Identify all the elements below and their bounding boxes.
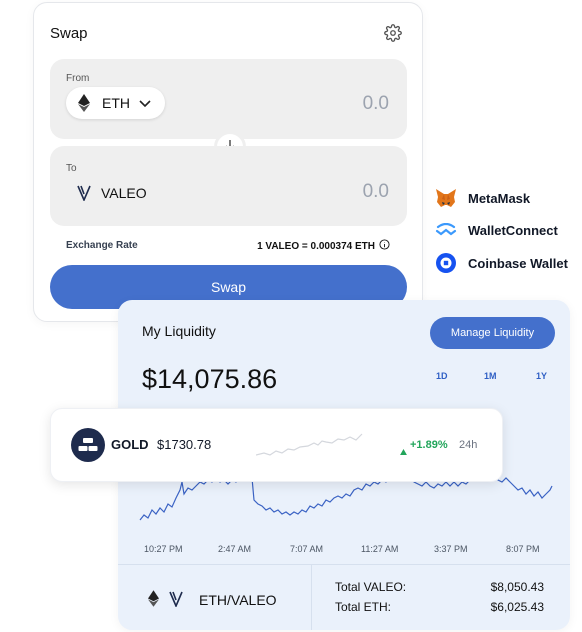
to-amount[interactable]: 0.0 <box>363 181 389 203</box>
total-eth-value: $6,025.43 <box>490 600 544 614</box>
gold-bars-icon <box>71 428 105 462</box>
time-label: 3:37 PM <box>434 544 468 554</box>
info-icon[interactable] <box>379 239 390 253</box>
wallet-name: MetaMask <box>468 190 531 206</box>
wallet-option-coinbase[interactable]: Coinbase Wallet <box>435 252 568 274</box>
swap-card: Swap From ETH 0.0 To VALEO 0.0 Exchange … <box>33 2 423 322</box>
range-1d[interactable]: 1D <box>436 371 448 381</box>
time-label: 11:27 AM <box>361 544 399 554</box>
wallet-option-walletconnect[interactable]: WalletConnect <box>435 219 558 241</box>
liquidity-value: $14,075.86 <box>142 364 278 394</box>
liquidity-title: My Liquidity <box>142 323 216 339</box>
liquidity-chart-line <box>139 475 553 521</box>
from-panel: From ETH 0.0 <box>50 59 407 139</box>
footer-divider <box>311 565 312 630</box>
gold-period: 24h <box>459 439 478 451</box>
gold-name: GOLD <box>111 437 149 452</box>
range-1y[interactable]: 1Y <box>536 371 547 381</box>
exchange-rate-text: 1 VALEO = 0.000374 ETH <box>257 240 375 252</box>
eth-icon <box>148 590 159 610</box>
exchange-rate-value: 1 VALEO = 0.000374 ETH <box>257 239 390 253</box>
metamask-icon <box>435 187 457 209</box>
gold-change: +1.89% <box>410 439 448 451</box>
to-label: To <box>66 163 77 174</box>
pair-name: ETH/VALEO <box>199 592 277 608</box>
from-label: From <box>66 73 90 84</box>
valeo-icon <box>77 185 91 206</box>
gold-ticker-card[interactable]: GOLD $1730.78 +1.89% 24h <box>50 408 503 482</box>
exchange-rate-label: Exchange Rate <box>66 240 138 251</box>
range-1m[interactable]: 1M <box>484 371 497 381</box>
walletconnect-icon <box>435 219 457 241</box>
gold-sparkline <box>256 433 363 456</box>
wallet-name: WalletConnect <box>468 222 558 238</box>
time-label: 8:07 PM <box>506 544 540 554</box>
gold-sparkline-line <box>256 433 363 456</box>
from-amount[interactable]: 0.0 <box>363 93 389 115</box>
from-token-selector[interactable]: ETH <box>66 87 165 119</box>
to-token-label: VALEO <box>101 185 147 201</box>
chevron-down-icon <box>138 96 152 115</box>
wallet-name: Coinbase Wallet <box>468 255 568 271</box>
time-label: 7:07 AM <box>290 544 324 554</box>
time-label: 2:47 AM <box>218 544 252 554</box>
swap-title: Swap <box>50 25 88 42</box>
to-panel: To VALEO 0.0 <box>50 146 407 226</box>
gear-icon[interactable] <box>384 24 402 42</box>
time-label: 10:27 PM <box>144 544 183 554</box>
total-valeo-label: Total VALEO: <box>335 580 407 594</box>
pair-label: ETH/VALEO <box>148 590 277 610</box>
coinbase-icon <box>435 252 457 274</box>
gold-price: $1730.78 <box>157 437 212 452</box>
total-valeo-value: $8,050.43 <box>490 580 544 594</box>
from-token-label: ETH <box>102 95 130 111</box>
valeo-icon <box>169 591 183 610</box>
liquidity-footer: ETH/VALEO Total VALEO: $8,050.43 Total E… <box>118 564 570 630</box>
manage-liquidity-button[interactable]: Manage Liquidity <box>430 317 555 349</box>
wallet-option-metamask[interactable]: MetaMask <box>435 187 530 209</box>
eth-icon <box>78 94 90 117</box>
total-eth-label: Total ETH: <box>335 600 392 614</box>
up-triangle-icon <box>400 442 407 460</box>
